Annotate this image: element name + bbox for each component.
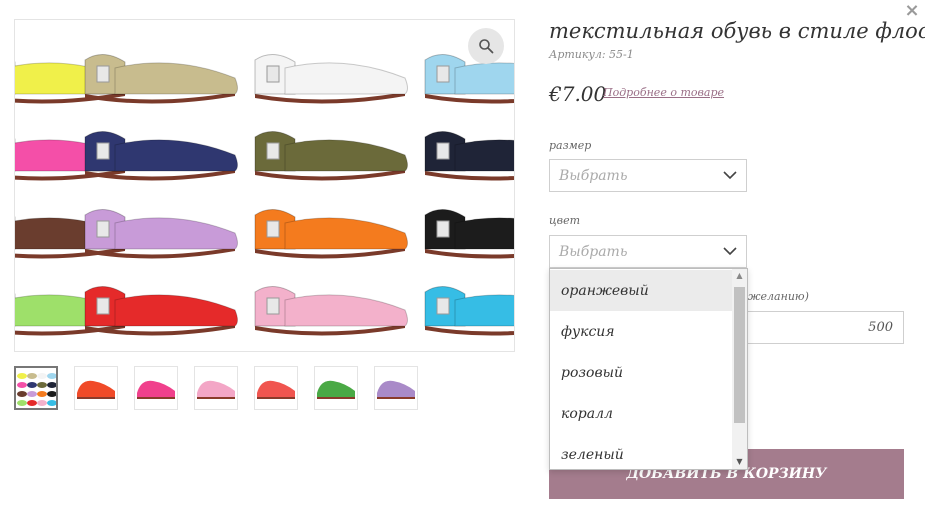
color-select[interactable]: Выбрать — [549, 235, 747, 268]
thumbnail-light-pink[interactable] — [194, 366, 238, 410]
scroll-up-arrow-icon[interactable]: ▲ — [732, 269, 747, 283]
color-option-coral[interactable]: коралл — [550, 393, 733, 434]
thumbnail-coral[interactable] — [254, 366, 298, 410]
magnifier-icon — [479, 39, 494, 54]
color-option-pink[interactable]: розовый — [550, 352, 733, 393]
shoe-grid-image — [15, 54, 514, 336]
close-icon[interactable]: × — [903, 2, 921, 20]
product-sku: Артикул: 55-1 — [549, 48, 634, 61]
shoe-2-2 — [254, 209, 408, 259]
product-title: текстильная обувь в стиле флосси — [549, 19, 925, 43]
color-option-fuchsia[interactable]: фуксия — [550, 311, 733, 352]
shoe-3-3 — [424, 286, 514, 336]
chevron-down-icon — [723, 171, 737, 180]
product-details-link[interactable]: Подробнее о товаре — [603, 86, 724, 99]
color-option-green[interactable]: зеленый — [550, 434, 733, 469]
shoe-0-2 — [254, 54, 408, 104]
color-label: цвет — [549, 214, 581, 227]
product-main-image — [14, 19, 515, 352]
shoe-2-3 — [424, 209, 514, 259]
size-select-value: Выбрать — [559, 168, 628, 184]
shoe-3-2 — [254, 286, 408, 336]
chevron-down-icon — [723, 247, 737, 256]
color-select-value: Выбрать — [559, 244, 628, 260]
extra-option-value: 500 — [868, 320, 893, 335]
product-price: €7.00 — [549, 82, 607, 106]
thumbnail-strip — [14, 366, 434, 410]
size-select[interactable]: Выбрать — [549, 159, 747, 192]
dropdown-scrollbar[interactable]: ▲ ▼ — [732, 269, 747, 469]
thumbnail-orange-red[interactable] — [74, 366, 118, 410]
thumbnail-pink[interactable] — [134, 366, 178, 410]
scrollbar-thumb[interactable] — [734, 287, 745, 423]
scroll-down-arrow-icon[interactable]: ▼ — [732, 455, 747, 469]
size-label: размер — [549, 139, 592, 152]
zoom-button[interactable] — [468, 28, 504, 64]
shoe-0-3 — [424, 54, 514, 104]
extra-option-label: желанию) — [748, 290, 809, 303]
shoe-1-2 — [254, 131, 408, 181]
thumbnail-lilac[interactable] — [374, 366, 418, 410]
color-option-orange[interactable]: оранжевый — [550, 270, 733, 311]
thumbnail-green[interactable] — [314, 366, 358, 410]
thumbnail-multi[interactable] — [14, 366, 58, 410]
color-dropdown-list[interactable]: оранжевый фуксия розовый коралл зеленый … — [549, 268, 748, 470]
shoe-1-3 — [424, 131, 514, 181]
